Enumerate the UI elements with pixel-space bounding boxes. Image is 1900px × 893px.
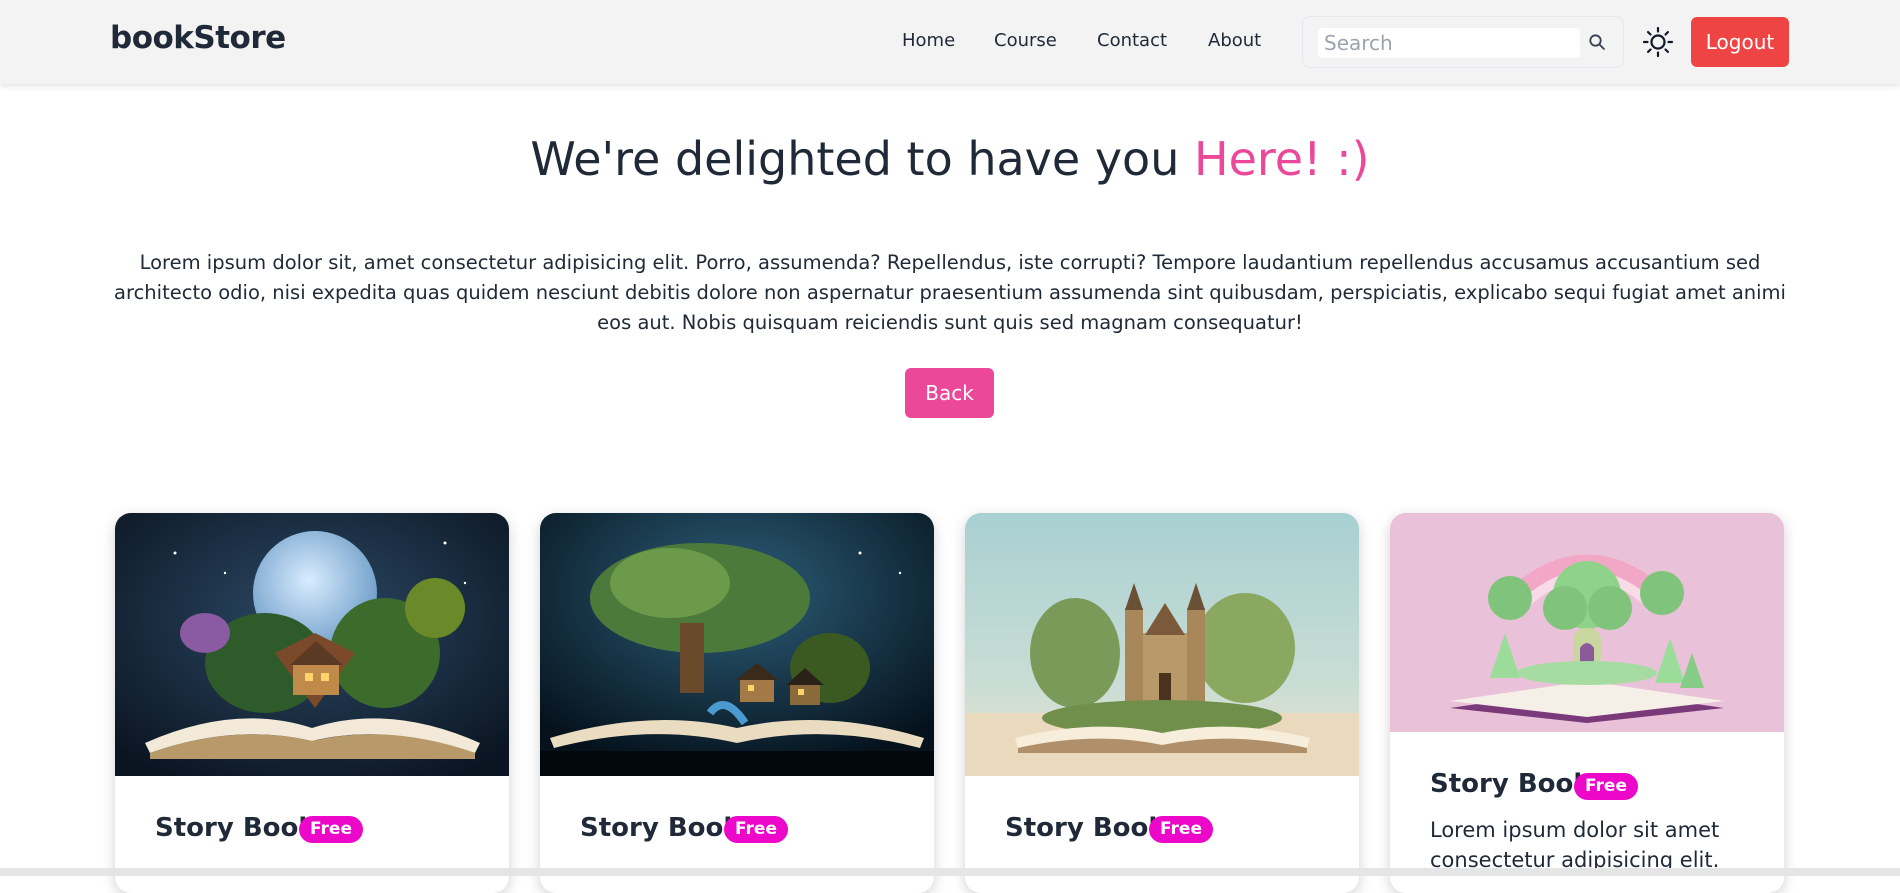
logout-button[interactable]: Logout [1691, 17, 1789, 67]
navbar: bookStore Home Course Contact About Logo… [0, 0, 1900, 84]
search-icon[interactable] [1588, 33, 1606, 51]
card-title: Story Book [1430, 769, 1591, 799]
back-button[interactable]: Back [905, 368, 994, 418]
book-card[interactable]: Story Book Free [965, 513, 1359, 893]
brand-logo[interactable]: bookStore [110, 20, 286, 56]
nav-link-home[interactable]: Home [902, 30, 955, 51]
nav-link-course[interactable]: Course [994, 30, 1057, 51]
headline-accent: Here! :) [1193, 132, 1370, 186]
search-input[interactable] [1318, 28, 1580, 58]
card-title: Story Book [580, 813, 741, 843]
free-badge: Free [1574, 773, 1638, 800]
book-card[interactable]: Story Book Free [540, 513, 934, 893]
card-image [1390, 513, 1784, 732]
nav-link-contact[interactable]: Contact [1097, 30, 1167, 51]
intro-paragraph: Lorem ipsum dolor sit, amet consectetur … [114, 251, 1786, 334]
card-image [540, 513, 934, 776]
headline-main: We're delighted to have you [530, 132, 1180, 186]
book-card[interactable]: Story Book Free Lorem ipsum dolor sit am… [1390, 513, 1784, 893]
free-badge: Free [1149, 816, 1213, 843]
sun-icon[interactable] [1642, 26, 1674, 58]
search-box [1302, 16, 1624, 68]
free-badge: Free [299, 816, 363, 843]
card-title: Story Book [155, 813, 316, 843]
card-description: Lorem ipsum dolor sit amet consectetur a… [1430, 818, 1720, 872]
nav-link-about[interactable]: About [1208, 30, 1261, 51]
free-badge: Free [724, 816, 788, 843]
page-title: We're delighted to have you Here! :) [0, 132, 1900, 186]
card-image [965, 513, 1359, 776]
card-image [115, 513, 509, 776]
book-card[interactable]: Story Book Free [115, 513, 509, 893]
card-title: Story Book [1005, 813, 1166, 843]
page-bottom-edge [0, 868, 1900, 876]
